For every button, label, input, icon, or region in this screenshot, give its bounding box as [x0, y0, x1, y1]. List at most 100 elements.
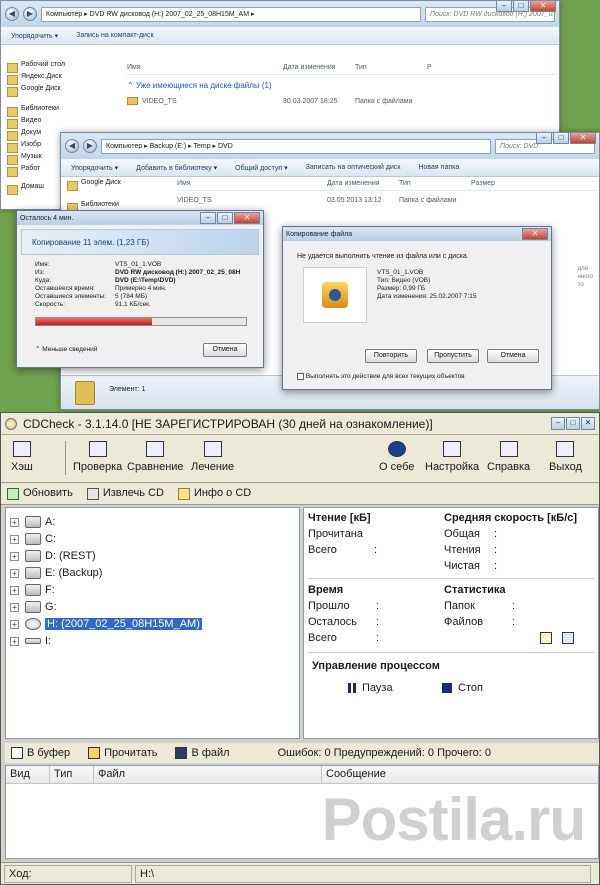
nav-item[interactable]: Яндекс.Диск: [1, 73, 111, 85]
add-to-library-button[interactable]: Добавить в библиотеку ▾: [136, 164, 217, 172]
eject-button[interactable]: Извлечь CD: [86, 487, 164, 500]
settings-label: Настройка: [425, 461, 480, 473]
close-icon[interactable]: ✕: [522, 228, 548, 240]
col-type[interactable]: Тип: [355, 64, 427, 71]
col-date[interactable]: Дата изменения: [327, 180, 399, 187]
save-log-button[interactable]: В файл: [175, 747, 230, 760]
expand-icon[interactable]: +: [10, 585, 19, 595]
cd-info-button[interactable]: Инфо о CD: [177, 487, 251, 500]
expand-icon[interactable]: +: [10, 636, 19, 646]
minimize-icon[interactable]: –: [200, 212, 216, 224]
close-icon[interactable]: ✕: [234, 212, 260, 224]
column-header: Имя Дата изменения Тип Р: [127, 61, 557, 75]
drive-item-a[interactable]: + A:: [10, 514, 55, 530]
close-icon[interactable]: ✕: [570, 133, 596, 144]
apply-all-checkbox[interactable]: Выполнять это действие для всех текущих …: [297, 373, 465, 380]
drive-item-g[interactable]: + G:: [10, 599, 57, 615]
value-from[interactable]: DVD RW дисковод (H:) 2007_02_25_08H: [115, 269, 255, 277]
stop-icon: [442, 683, 452, 694]
organize-button[interactable]: Упорядочить ▾: [71, 164, 118, 172]
drive-item-c[interactable]: + C:: [10, 531, 56, 547]
col-message[interactable]: Сообщение: [322, 766, 598, 783]
new-folder-button[interactable]: Новая папка: [418, 164, 459, 171]
skip-button[interactable]: Пропустить: [427, 349, 479, 363]
cancel-button[interactable]: Отмена: [203, 343, 247, 357]
maximize-icon[interactable]: □: [217, 212, 233, 224]
col-size[interactable]: Р: [427, 64, 432, 71]
col-date[interactable]: Дата изменения: [283, 64, 355, 71]
drive-item-e[interactable]: + E: (Backup): [10, 565, 102, 581]
col-kind[interactable]: Вид: [6, 766, 50, 783]
minimize-icon[interactable]: –: [536, 133, 552, 144]
forward-icon[interactable]: ▶: [83, 139, 97, 153]
value-to[interactable]: DVD (E:\Temp\DVD): [115, 277, 255, 285]
close-icon[interactable]: ✕: [530, 1, 556, 12]
drive-item-d[interactable]: + D: (REST): [10, 548, 96, 564]
to-clipboard-button[interactable]: В буфер: [11, 747, 70, 760]
maximize-icon[interactable]: □: [566, 417, 580, 430]
minimize-icon[interactable]: –: [496, 1, 512, 12]
checkbox-icon[interactable]: [297, 373, 304, 380]
eject-icon: [86, 487, 99, 500]
stop-button[interactable]: Стоп: [442, 682, 483, 694]
back-icon[interactable]: ◀: [5, 7, 19, 21]
help-button[interactable]: Справка: [487, 441, 530, 473]
file-row[interactable]: VIDEO_TS 03.05.2013 13:12 Папка с файлам…: [177, 194, 597, 206]
nav-item[interactable]: Видео: [1, 117, 111, 129]
apply-all-label: Выполнять это действие для всех текущих …: [305, 373, 465, 381]
save-stats-icon[interactable]: [562, 632, 574, 644]
col-name[interactable]: Имя: [127, 64, 283, 71]
maximize-icon[interactable]: □: [553, 133, 569, 144]
drive-item-f[interactable]: + F:: [10, 582, 55, 598]
eject-label: Извлечь CD: [102, 487, 164, 500]
burn-button[interactable]: Записать на оптический диск: [306, 164, 401, 171]
maximize-icon[interactable]: □: [513, 1, 529, 12]
expand-icon[interactable]: +: [10, 619, 19, 629]
refresh-icon: [7, 487, 19, 500]
cancel-button[interactable]: Отмена: [487, 349, 539, 363]
col-file[interactable]: Файл: [94, 766, 322, 783]
repair-button[interactable]: Лечение: [191, 441, 234, 473]
nav-item[interactable]: Рабочий стол: [1, 61, 111, 73]
compare-button[interactable]: Сравнение: [127, 441, 184, 473]
address-bar[interactable]: Компьютер ▸ Backup (E:) ▸ Temp ▸ DVD: [101, 138, 491, 154]
expand-icon[interactable]: +: [10, 517, 19, 527]
close-icon[interactable]: ✕: [581, 417, 595, 430]
verify-icon: [88, 441, 107, 457]
expand-icon[interactable]: +: [10, 534, 19, 544]
less-details-toggle[interactable]: ⌃ Меньше сведений: [35, 345, 97, 353]
col-type[interactable]: Тип: [399, 180, 471, 187]
minimize-icon[interactable]: –: [551, 417, 565, 430]
group-header[interactable]: ⌃ Уже имеющиеся на диске файлы (1): [127, 79, 557, 91]
settings-button[interactable]: Настройка: [425, 441, 479, 473]
nav-item[interactable]: Библиотеки: [1, 105, 111, 117]
share-button[interactable]: Общий доступ ▾: [235, 164, 288, 172]
burn-button[interactable]: Запись на компакт-диск: [76, 32, 153, 39]
nav-item[interactable]: Google Диск: [61, 179, 171, 191]
col-size[interactable]: Размер: [471, 180, 495, 187]
hash-button[interactable]: Хэш: [11, 441, 33, 473]
organize-button[interactable]: Упорядочить ▾: [11, 32, 58, 40]
verify-button[interactable]: Проверка: [73, 441, 122, 473]
drive-item-i[interactable]: + I:: [10, 633, 51, 649]
copy-stats-icon[interactable]: [540, 632, 552, 644]
exit-button[interactable]: Выход: [549, 441, 582, 473]
nav-item[interactable]: Google Диск: [1, 85, 111, 97]
forward-icon[interactable]: ▶: [23, 7, 37, 21]
expand-icon[interactable]: +: [10, 568, 19, 578]
col-type[interactable]: Тип: [50, 766, 94, 783]
expand-icon[interactable]: +: [10, 551, 19, 561]
drive-item-h[interactable]: + H: (2007_02_25_08H15M_AM): [10, 616, 202, 632]
file-row[interactable]: VIDEO_TS 30.03.2007 18:25 Папка с файлам…: [127, 95, 557, 107]
back-icon[interactable]: ◀: [65, 139, 79, 153]
file-type: Тип: Видео (VOB): [377, 277, 431, 284]
retry-button[interactable]: Повторить: [365, 349, 417, 363]
refresh-button[interactable]: Обновить: [7, 487, 73, 500]
col-name[interactable]: Имя: [177, 180, 327, 187]
about-button[interactable]: О себе: [379, 441, 414, 473]
file-name: VTS_01_1.VOB: [377, 269, 424, 276]
pause-button[interactable]: Пауза: [348, 682, 393, 694]
address-bar[interactable]: Компьютер ▸ DVD RW дисковод (H:) 2007_02…: [41, 6, 421, 22]
expand-icon[interactable]: +: [10, 602, 19, 612]
read-log-button[interactable]: Прочитать: [88, 747, 157, 760]
